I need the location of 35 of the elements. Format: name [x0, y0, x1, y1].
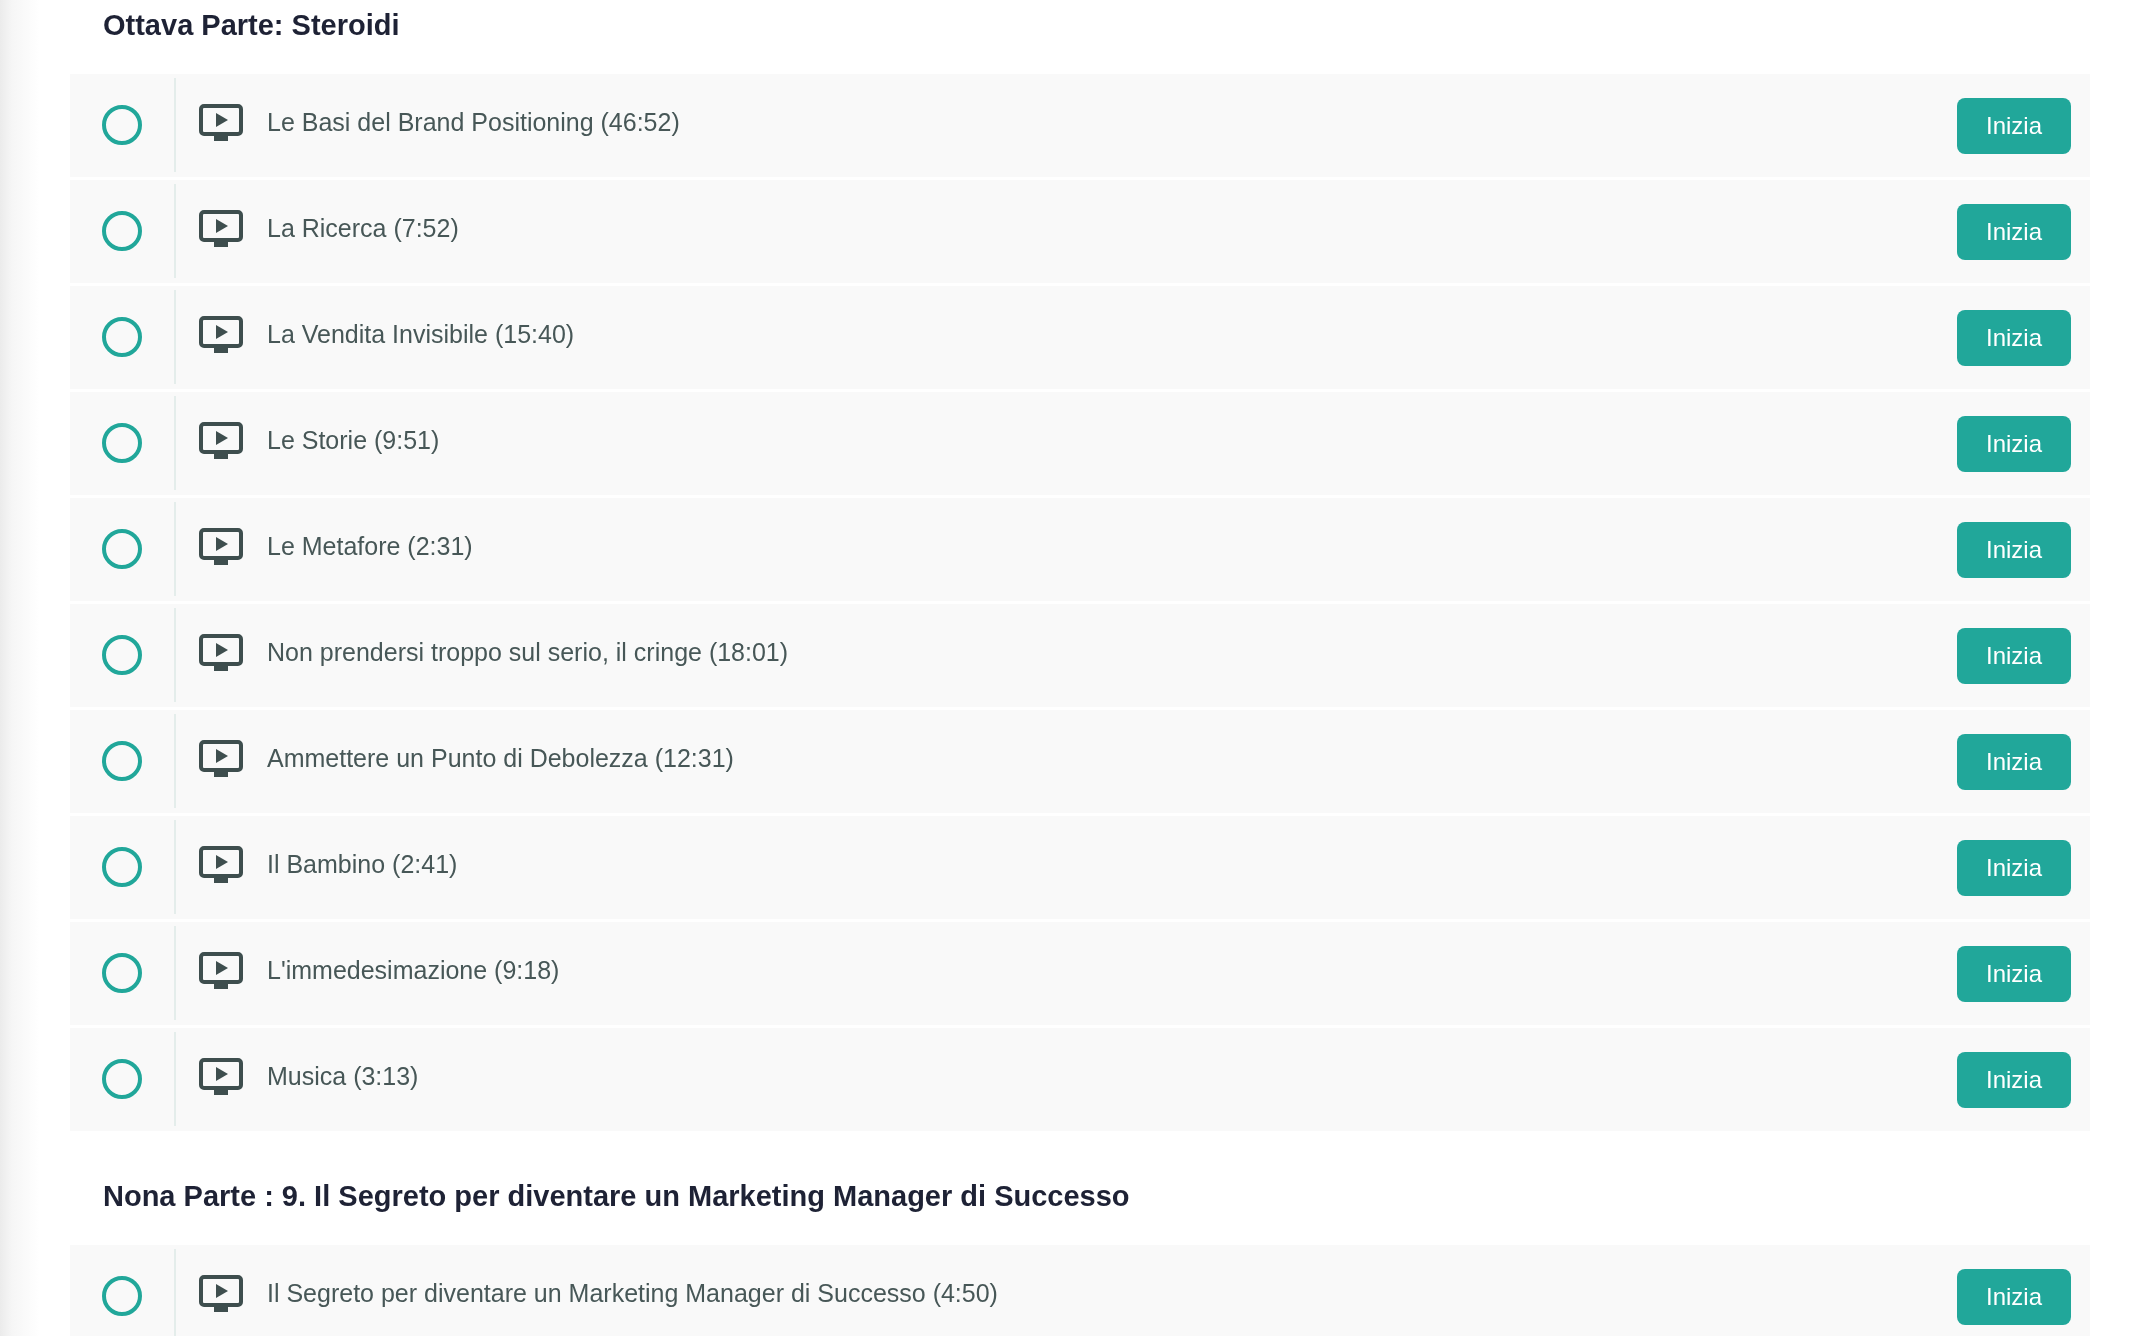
- monitor-play-icon: [199, 421, 243, 459]
- monitor-play-icon: [199, 845, 243, 883]
- monitor-play-icon: [199, 739, 243, 777]
- start-button[interactable]: Inizia: [1957, 415, 2071, 472]
- lesson-title: Il Segreto per diventare un Marketing Manager di Successo (4:50): [267, 1278, 998, 1309]
- lesson-title: Ammettere un Punto di Debolezza (12:31): [267, 743, 734, 774]
- lesson-title: La Vendita Invisibile (15:40): [267, 319, 575, 350]
- lesson-title: Le Storie (9:51): [267, 425, 440, 456]
- lesson-title: Le Basi del Brand Positioning (46:52): [267, 107, 680, 138]
- start-button[interactable]: Inizia: [1957, 1268, 2071, 1325]
- start-button[interactable]: Inizia: [1957, 839, 2071, 896]
- lesson-title: Il Bambino (2:41): [267, 849, 458, 880]
- lesson-title: Musica (3:13): [267, 1061, 419, 1092]
- start-button[interactable]: Inizia: [1957, 627, 2071, 684]
- monitor-play-icon: [199, 1057, 243, 1095]
- monitor-play-icon: [199, 951, 243, 989]
- monitor-play-icon: [199, 209, 243, 247]
- monitor-play-icon: [199, 315, 243, 353]
- section-title: Ottava Parte: Steroidi: [102, 8, 401, 43]
- start-button[interactable]: Inizia: [1957, 945, 2071, 1002]
- start-button[interactable]: Inizia: [1957, 309, 2071, 366]
- start-button[interactable]: Inizia: [1957, 1051, 2071, 1108]
- lesson-title: La Ricerca (7:52): [267, 213, 459, 244]
- section-title: Nona Parte : 9. Il Segreto per diventare un Marketing Manager di Successo: [102, 1179, 1131, 1214]
- monitor-play-icon: [199, 633, 243, 671]
- lesson-title: Non prendersi troppo sul serio, il cringe (18:01): [267, 637, 789, 668]
- lesson-title: L'immedesimazione (9:18): [267, 955, 560, 986]
- monitor-play-icon: [199, 1274, 243, 1312]
- monitor-play-icon: [199, 527, 243, 565]
- start-button[interactable]: Inizia: [1957, 521, 2071, 578]
- monitor-play-icon: [199, 103, 243, 141]
- start-button[interactable]: Inizia: [1957, 97, 2071, 154]
- start-button[interactable]: Inizia: [1957, 733, 2071, 790]
- lesson-title: Le Metafore (2:31): [267, 531, 473, 562]
- start-button[interactable]: Inizia: [1957, 203, 2071, 260]
